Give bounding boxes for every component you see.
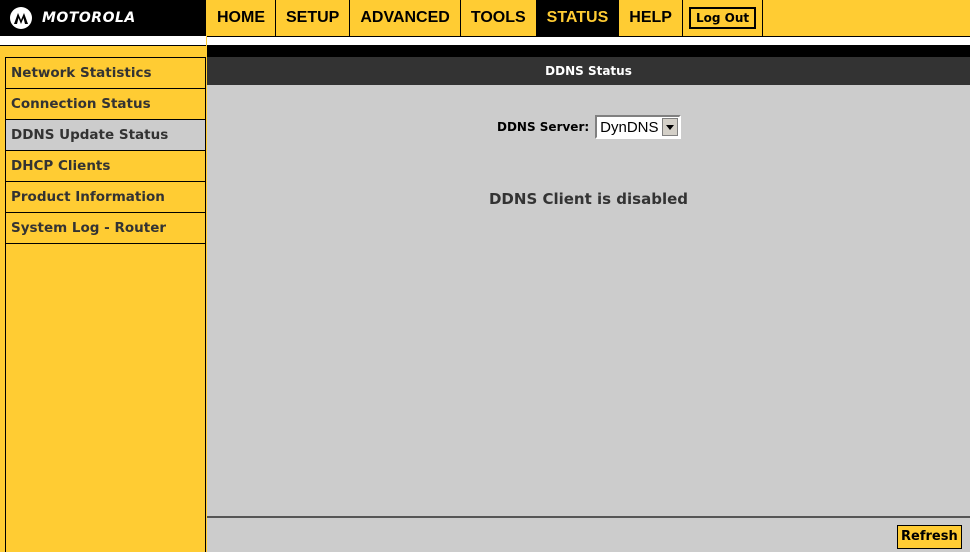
refresh-button[interactable]: Refresh — [897, 525, 962, 549]
sidebar-item-connection-status[interactable]: Connection Status — [5, 89, 206, 120]
tab-home[interactable]: HOME — [207, 0, 276, 36]
top-nav: HOME SETUP ADVANCED TOOLS STATUS HELP Lo… — [207, 0, 970, 37]
logout-button[interactable]: Log Out — [688, 7, 757, 29]
top-spacer — [207, 37, 970, 45]
sidebar-spacer — [0, 36, 206, 45]
brand-logo: MOTOROLA — [0, 0, 206, 36]
ddns-server-select[interactable]: DynDNS — [595, 115, 681, 139]
motorola-emblem-icon — [10, 7, 32, 29]
sidebar-fill — [5, 244, 206, 552]
ddns-server-label: DDNS Server: — [497, 120, 590, 134]
sidebar-item-dhcp-clients[interactable]: DHCP Clients — [5, 151, 206, 182]
left-column: MOTOROLA Network Statistics Connection S… — [0, 0, 207, 552]
top-divider — [207, 45, 970, 57]
brand-name: MOTOROLA — [42, 10, 136, 26]
tab-help[interactable]: HELP — [619, 0, 683, 36]
sidebar-item-system-log-router[interactable]: System Log - Router — [5, 213, 206, 244]
section-title: DDNS Status — [207, 57, 970, 85]
tab-tools[interactable]: TOOLS — [461, 0, 537, 36]
tab-advanced[interactable]: ADVANCED — [350, 0, 461, 36]
sidebar-item-product-information[interactable]: Product Information — [5, 182, 206, 213]
logout-container: Log Out — [683, 0, 764, 36]
ddns-status-message: DDNS Client is disabled — [488, 190, 689, 208]
ddns-server-row: DDNS Server: DynDNS — [497, 115, 681, 139]
footer-divider — [207, 516, 970, 518]
ddns-server-value: DynDNS — [600, 118, 659, 136]
sidebar-nav: Network Statistics Connection Status DDN… — [5, 57, 206, 244]
sidebar-item-ddns-update-status[interactable]: DDNS Update Status — [5, 120, 206, 151]
sidebar-item-network-statistics[interactable]: Network Statistics — [5, 57, 206, 89]
chevron-down-icon[interactable] — [661, 118, 678, 136]
tab-setup[interactable]: SETUP — [276, 0, 351, 36]
tab-status[interactable]: STATUS — [536, 0, 620, 36]
